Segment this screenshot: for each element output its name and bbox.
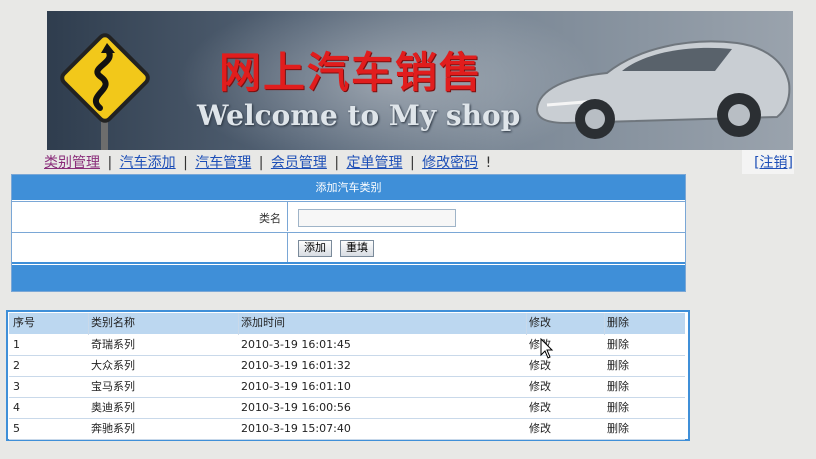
nav-separator: | (107, 155, 113, 171)
name-label: 类名 (259, 212, 281, 225)
site-banner: 网上汽车销售 Welcome to My shop (47, 11, 793, 150)
edit-link[interactable]: 修改 (529, 398, 551, 418)
delete-link[interactable]: 删除 (607, 356, 629, 376)
table-body: 1 奇瑞系列 2010-3-19 16:01:45 修改 删除 2 大众系列 2… (9, 335, 685, 440)
cell-id: 1 (13, 338, 20, 351)
nav-category-manage[interactable]: 类别管理 (44, 155, 100, 171)
delete-link[interactable]: 删除 (607, 398, 629, 418)
cell-time: 2010-3-19 16:00:56 (241, 401, 351, 414)
logout-link[interactable]: [注销] (754, 152, 793, 172)
table-header: 序号 类别名称 添加时间 修改 删除 (9, 313, 685, 334)
nav-separator: | (409, 155, 415, 171)
delete-link[interactable]: 删除 (607, 377, 629, 397)
button-row: 添加 重填 (12, 232, 685, 264)
road-sign-icon (60, 33, 150, 150)
table-row: 3 宝马系列 2010-3-19 16:01:10 修改 删除 (9, 377, 685, 398)
cell-id: 3 (13, 380, 20, 393)
header-name: 类别名称 (91, 316, 135, 329)
nav-separator: | (258, 155, 264, 171)
delete-link[interactable]: 删除 (607, 335, 629, 355)
cell-time: 2010-3-19 16:01:45 (241, 338, 351, 351)
header-id: 序号 (13, 316, 35, 329)
panel-title: 添加汽车类别 (12, 175, 685, 200)
cell-name: 奥迪系列 (91, 401, 135, 414)
header-time: 添加时间 (241, 316, 285, 329)
nav-trailing: ! (485, 155, 492, 171)
nav-separator: | (183, 155, 188, 171)
nav-car-add[interactable]: 汽车添加 (120, 155, 176, 171)
add-button[interactable]: 添加 (298, 240, 332, 257)
banner-subtitle: Welcome to My shop (197, 99, 521, 132)
nav-member-manage[interactable]: 会员管理 (271, 155, 327, 171)
cell-time: 2010-3-19 16:01:10 (241, 380, 351, 393)
category-name-input[interactable] (298, 209, 456, 227)
table-row: 1 奇瑞系列 2010-3-19 16:01:45 修改 删除 (9, 335, 685, 356)
cell-id: 5 (13, 422, 20, 435)
name-row: 类名 (12, 201, 685, 231)
category-table: 序号 类别名称 添加时间 修改 删除 1 奇瑞系列 2010-3-19 16:0… (6, 310, 690, 441)
main-nav: 类别管理 | 汽车添加 | 汽车管理 | 会员管理 | 定单管理 | 修改密码 … (44, 150, 794, 174)
edit-link[interactable]: 修改 (529, 419, 551, 439)
mouse-cursor-icon (540, 338, 554, 359)
header-edit: 修改 (529, 316, 551, 329)
edit-link[interactable]: 修改 (529, 377, 551, 397)
panel-footer (12, 265, 685, 291)
nav-change-password[interactable]: 修改密码 (422, 155, 478, 171)
cell-time: 2010-3-19 15:07:40 (241, 422, 351, 435)
cell-name: 奇瑞系列 (91, 338, 135, 351)
cell-name: 宝马系列 (91, 380, 135, 393)
cell-id: 2 (13, 359, 20, 372)
button-left-cell (12, 233, 288, 262)
nav-car-manage[interactable]: 汽车管理 (195, 155, 251, 171)
table-row: 4 奥迪系列 2010-3-19 16:00:56 修改 删除 (9, 398, 685, 419)
delete-link[interactable]: 删除 (607, 419, 629, 439)
cell-name: 大众系列 (91, 359, 135, 372)
name-label-cell: 类名 (12, 202, 288, 231)
table-row: 5 奔驰系列 2010-3-19 15:07:40 修改 删除 (9, 419, 685, 440)
banner-title: 网上汽车销售 (219, 48, 484, 97)
sports-car-icon (535, 40, 791, 139)
add-category-panel: 添加汽车类别 类名 添加 重填 (11, 174, 686, 292)
nav-order-manage[interactable]: 定单管理 (347, 155, 403, 171)
reset-button[interactable]: 重填 (340, 240, 374, 257)
table-row: 2 大众系列 2010-3-19 16:01:32 修改 删除 (9, 356, 685, 377)
cell-time: 2010-3-19 16:01:32 (241, 359, 351, 372)
cell-name: 奔驰系列 (91, 422, 135, 435)
header-delete: 删除 (607, 316, 629, 329)
nav-separator: | (334, 155, 340, 171)
cell-id: 4 (13, 401, 20, 414)
